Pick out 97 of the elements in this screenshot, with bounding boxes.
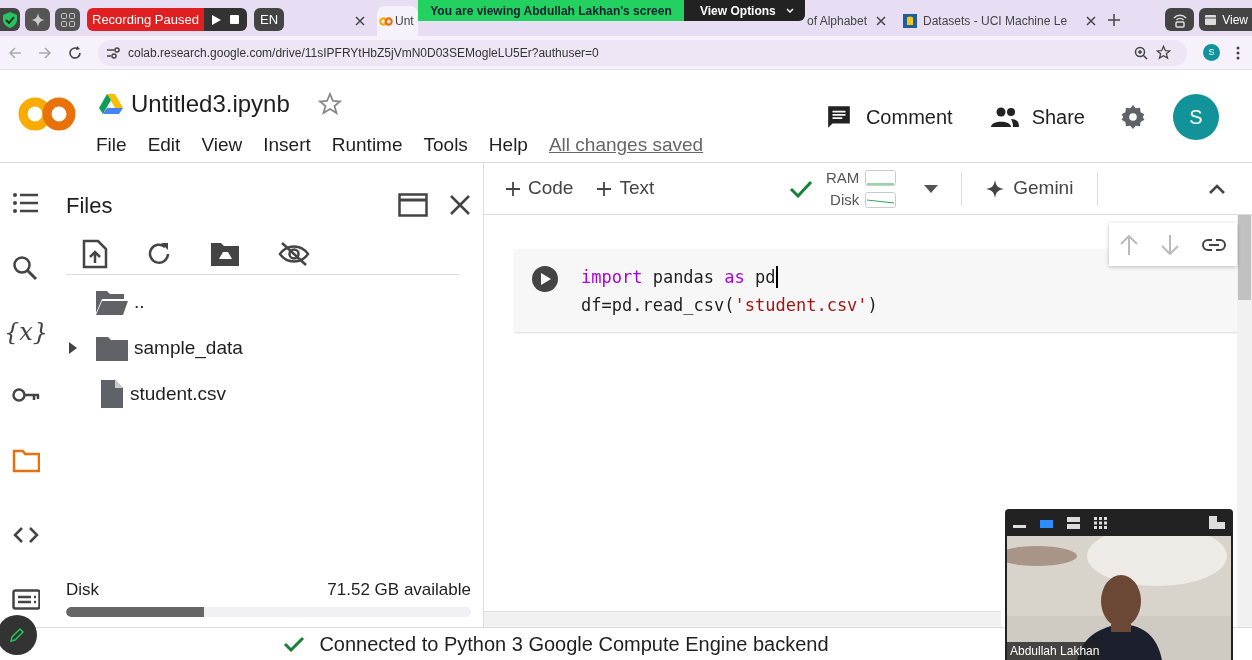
address-bar[interactable]: colab.research.google.com/drive/11sIPFRYtHbZ5jVmN0D03SEMogleLU5Er?authuser=0	[98, 39, 1187, 66]
code-line: df=pd.read_csv('student.csv')	[581, 294, 878, 317]
file-name[interactable]: student.csv	[130, 379, 227, 409]
drive-folder-icon[interactable]	[210, 240, 240, 267]
folder-icon[interactable]	[12, 447, 40, 473]
comment-icon	[825, 104, 852, 130]
menu-item[interactable]: Insert	[263, 131, 311, 160]
view-options-button[interactable]: View Options	[684, 0, 805, 21]
sparkle-icon	[986, 179, 1005, 198]
folder-icon	[96, 335, 128, 361]
zoom-icon[interactable]	[1134, 45, 1148, 60]
settings-icon[interactable]	[1120, 104, 1146, 130]
people-icon	[990, 107, 1019, 127]
menu-item[interactable]: File	[96, 131, 127, 160]
broadcast-button[interactable]	[1165, 8, 1195, 31]
user-avatar[interactable]: S	[1173, 94, 1219, 140]
link-icon[interactable]	[1201, 238, 1226, 251]
ram-graph-icon	[865, 169, 897, 186]
code-cell[interactable]: import pandas as pd df=pd.read_csv('student.csv')	[515, 249, 1237, 332]
shield-icon	[3, 11, 17, 28]
disk-graph-icon	[865, 191, 897, 208]
colab-icon	[379, 16, 393, 26]
collapse-icon[interactable]	[1209, 183, 1225, 194]
menu-item[interactable]: Tools	[423, 131, 468, 160]
screen-share-banner: You are viewing Abdullah Lakhan's screen	[418, 0, 684, 21]
drive-icon	[99, 94, 123, 114]
expand-caret-icon[interactable]	[68, 342, 78, 354]
refresh-icon[interactable]	[146, 240, 172, 267]
menu-item[interactable]: Help	[488, 131, 528, 160]
code-line: import pandas as pd	[581, 265, 779, 290]
stop-icon[interactable]	[229, 15, 239, 24]
close-icon[interactable]	[450, 195, 470, 215]
close-icon[interactable]	[1086, 16, 1096, 26]
browser-tab[interactable]: Datasets - UCI Machine Le	[897, 6, 1102, 36]
plus-icon	[506, 181, 520, 196]
close-icon[interactable]	[355, 16, 365, 26]
comment-button[interactable]: Comment	[825, 102, 953, 132]
plus-icon	[597, 181, 612, 196]
variables-icon[interactable]: {x}	[3, 320, 49, 344]
view-button[interactable]: View	[1199, 8, 1252, 31]
site-settings-icon[interactable]	[106, 46, 120, 59]
play-icon[interactable]	[211, 14, 221, 25]
star-icon[interactable]	[317, 92, 342, 116]
more-icon[interactable]	[1236, 45, 1240, 60]
file-icon	[101, 380, 123, 408]
gemini-button[interactable]: Gemini	[986, 174, 1074, 203]
hidden-eye-icon[interactable]	[278, 240, 310, 267]
star-icon[interactable]	[1156, 45, 1171, 60]
dropdown-caret-icon[interactable]	[924, 184, 939, 193]
upload-file-icon[interactable]	[82, 238, 108, 269]
annotate-button[interactable]	[0, 615, 37, 655]
share-button[interactable]: Share	[990, 102, 1085, 132]
window-icon[interactable]	[398, 193, 428, 217]
split-view-icon[interactable]	[1067, 516, 1080, 529]
colab-logo	[18, 96, 76, 132]
panel-title: Files	[66, 191, 113, 220]
run-cell-icon[interactable]	[531, 265, 559, 293]
close-icon[interactable]	[876, 16, 886, 26]
open-folder-icon	[96, 289, 128, 315]
url-text: colab.research.google.com/drive/11sIPFRYtHbZ5jVmN0D03SEMogleLU5Er?authuser=0	[128, 44, 600, 62]
database-icon	[903, 14, 917, 28]
grid-view-icon[interactable]	[1094, 516, 1107, 529]
apps-button[interactable]	[55, 8, 80, 31]
notebook-title[interactable]: Untitled3.ipynb	[131, 86, 290, 122]
chevron-down-icon	[785, 8, 794, 13]
menu-item[interactable]: Runtime	[331, 131, 403, 160]
check-icon	[283, 636, 306, 652]
save-status-link[interactable]: All changes saved	[548, 131, 704, 160]
browser-tab[interactable]: of Alphabet	[804, 6, 892, 36]
participant-name: Abdullah Lakhan	[1007, 642, 1103, 660]
folder-name[interactable]: ..	[134, 287, 145, 317]
sparkle-button[interactable]	[25, 8, 50, 31]
terminal-icon[interactable]	[12, 587, 40, 613]
status-message: Connected to Python 3 Google Compute Engine backend	[319, 632, 829, 657]
search-icon[interactable]	[12, 255, 40, 281]
tab-title: of Alphabet	[807, 13, 869, 30]
shield-button[interactable]	[0, 8, 20, 31]
disk-label: Disk	[829, 189, 860, 210]
browser-tab[interactable]: Unt	[377, 6, 418, 36]
ram-label: RAM	[825, 167, 860, 188]
profile-avatar[interactable]: S	[1203, 44, 1220, 61]
pencil-icon	[9, 627, 25, 643]
menu-item[interactable]: Edit	[147, 131, 181, 160]
folder-name[interactable]: sample_data	[134, 333, 243, 363]
reload-icon[interactable]	[68, 45, 82, 60]
tab-title: Unt	[395, 13, 415, 30]
grid-icon	[60, 12, 75, 27]
recording-status: Recording Paused	[87, 8, 204, 31]
disk-available: 71.52 GB available	[327, 578, 471, 601]
tab-title: Datasets - UCI Machine Le	[923, 13, 1069, 30]
check-icon	[788, 179, 813, 198]
sparkle-icon	[30, 12, 45, 27]
add-code-button[interactable]: Code	[506, 174, 574, 203]
menu-item[interactable]: View	[201, 131, 243, 160]
new-tab-icon[interactable]	[1108, 14, 1120, 26]
disk-label: Disk	[66, 578, 100, 601]
add-text-button[interactable]: Text	[597, 174, 655, 203]
